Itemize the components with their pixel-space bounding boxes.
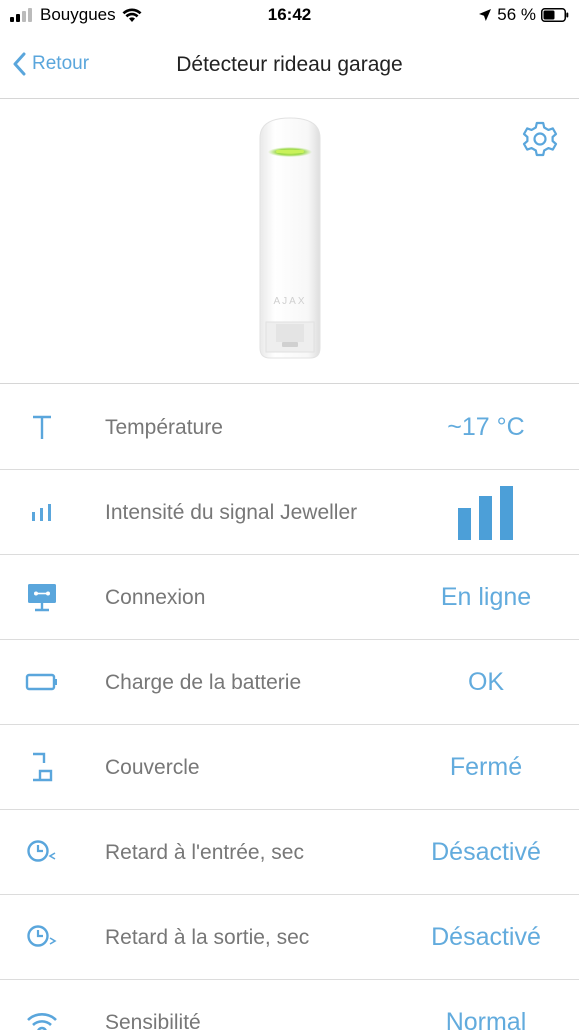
signal-bar-3: [500, 486, 513, 540]
battery-icon: [22, 662, 62, 702]
connection-value: En ligne: [440, 583, 532, 611]
signal-strength-bars: [458, 486, 513, 540]
status-right: 56 %: [478, 5, 569, 25]
row-label: Sensibilité: [105, 1011, 201, 1030]
connection-monitor-icon: [22, 577, 62, 617]
row-label: Connexion: [105, 586, 206, 609]
signal-bars-icon: [22, 492, 62, 532]
battery-status-icon: [541, 8, 569, 22]
row-connection: Connexion En ligne: [0, 555, 579, 640]
settings-gear-icon[interactable]: [521, 120, 559, 158]
row-label: Charge de la batterie: [105, 671, 302, 694]
lid-value: Fermé: [449, 753, 523, 781]
sensitivity-wifi-icon: [22, 1002, 62, 1030]
signal-bar-1: [458, 508, 471, 540]
signal-bar-2: [479, 496, 492, 540]
row-label: Retard à la sortie, sec: [105, 926, 310, 949]
location-arrow-icon: [479, 9, 492, 21]
temperature-value: ~17 °C: [447, 413, 525, 441]
entry-delay-value: Désactivé: [431, 838, 541, 866]
battery-value: OK: [467, 668, 505, 696]
row-label: Retard à l'entrée, sec: [105, 841, 304, 864]
page-title: Détecteur rideau garage: [176, 53, 403, 76]
entry-delay-clock-icon: [22, 832, 62, 872]
row-temperature: Température ~17 °C: [0, 385, 579, 470]
exit-delay-value: Désactivé: [431, 923, 541, 951]
thermometer-t-icon: [22, 407, 62, 447]
lid-icon: [22, 747, 62, 787]
device-properties-list: Température ~17 °C Intensité du signal J…: [0, 385, 579, 1030]
navigation-bar: Retour Détecteur rideau garage: [0, 34, 579, 99]
battery-percent: 56 %: [497, 5, 536, 24]
status-bar: Bouygues 16:42 56 %: [0, 0, 579, 34]
row-label: Température: [105, 416, 223, 439]
row-signal-strength: Intensité du signal Jeweller: [0, 470, 579, 555]
row-label: Intensité du signal Jeweller: [105, 501, 358, 524]
row-sensitivity: Sensibilité Normal: [0, 980, 579, 1030]
row-entry-delay: Retard à l'entrée, sec Désactivé: [0, 810, 579, 895]
device-brand-mark: AJAX: [273, 296, 306, 307]
row-battery: Charge de la batterie OK: [0, 640, 579, 725]
device-hero: AJAX: [0, 100, 579, 384]
device-image: AJAX: [259, 117, 321, 359]
exit-delay-clock-icon: [22, 917, 62, 957]
row-exit-delay: Retard à la sortie, sec Désactivé: [0, 895, 579, 980]
sensitivity-value: Normal: [445, 1008, 527, 1030]
row-lid: Couvercle Fermé: [0, 725, 579, 810]
row-label: Couvercle: [105, 756, 200, 779]
